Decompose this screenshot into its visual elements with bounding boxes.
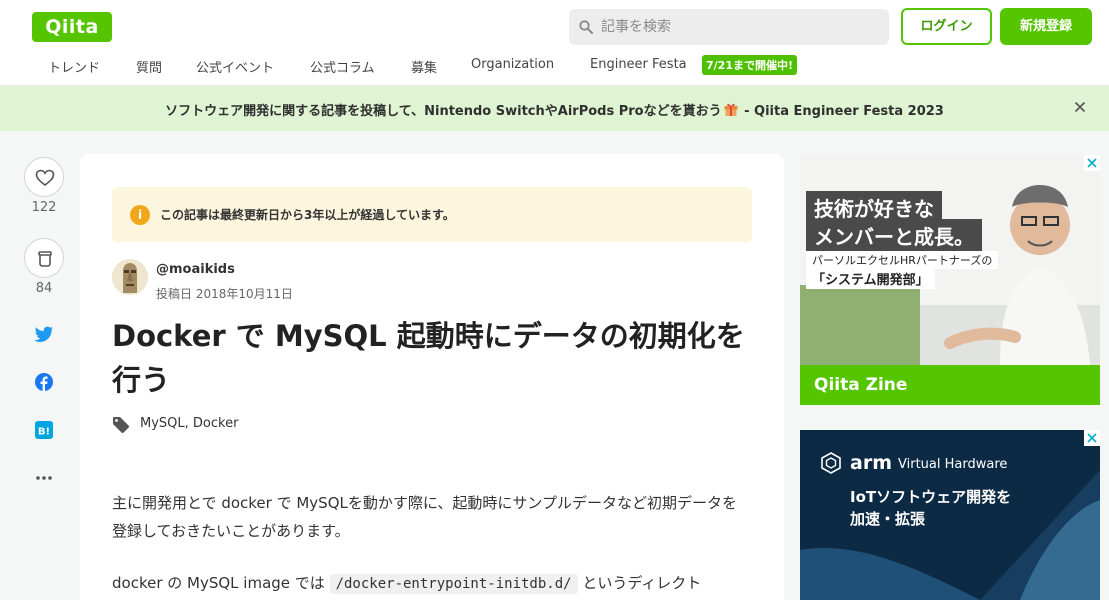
nav-engineer-festa[interactable]: Engineer Festa [590, 57, 687, 72]
paragraph-text: docker の MySQL image では [112, 574, 330, 592]
hatena-bookmark-icon[interactable]: B! [34, 420, 54, 440]
ad2-brand-sub: Virtual Hardware [898, 457, 1008, 472]
like-button[interactable] [24, 157, 64, 197]
festa-badge: 7/21まで開催中! [702, 55, 797, 75]
ad1-sub-1: パーソルエクセルHRパートナーズの [806, 251, 999, 269]
signup-button[interactable]: 新規登録 [1000, 8, 1092, 45]
ad-close-icon[interactable] [1084, 430, 1100, 446]
author-name[interactable]: @moaikids [156, 262, 235, 277]
qiita-logo[interactable]: Qiita [32, 12, 112, 42]
tag-list: MySQL, Docker [140, 416, 238, 431]
article-card: i この記事は最終更新日から3年以上が経過しています。 @moaikids 投稿… [80, 154, 784, 600]
ad2-line-2: 加速・拡張 [850, 510, 926, 528]
twitter-icon[interactable] [34, 324, 54, 344]
paragraph-intro: 主に開発用とで docker で MySQLを動かす際に、起動時にサンプルデータ… [112, 494, 737, 540]
search-box[interactable] [569, 9, 889, 45]
stock-count: 84 [35, 281, 53, 296]
avatar[interactable] [112, 259, 148, 295]
banner-text-festa: - Qiita Engineer Festa 2023 [739, 104, 944, 119]
login-button[interactable]: ログイン [901, 8, 992, 45]
banner-text-main: ソフトウェア開発に関する記事を投稿して、Nintendo SwitchやAirP… [165, 104, 722, 119]
nav-recruiting[interactable]: 募集 [411, 57, 437, 76]
more-icon[interactable] [34, 468, 54, 488]
ad1-headline-2: メンバーと成長。 [806, 219, 982, 252]
ad2-line-1: IoTソフトウェア開発を [850, 488, 1012, 506]
nav-trend[interactable]: トレンド [48, 57, 100, 76]
gift-icon [724, 103, 738, 116]
svg-text:B!: B! [38, 427, 50, 438]
close-icon[interactable] [1071, 98, 1089, 116]
tag-mysql[interactable]: MySQL [140, 416, 185, 431]
tag-docker[interactable]: Docker [193, 416, 239, 431]
article-title: Docker で MySQL 起動時にデータの初期化を行う [112, 319, 745, 397]
ad-qiita-zine[interactable]: 技術が好きな メンバーと成長。 パーソルエクセルHRパートナーズの 「システム開… [800, 155, 1100, 405]
facebook-icon[interactable] [34, 372, 54, 392]
moai-avatar-icon [112, 259, 148, 295]
tag-separator: , [184, 416, 193, 431]
paragraph-text-continued: というディレクト [577, 574, 702, 592]
like-count: 122 [31, 200, 57, 215]
nav-official-events[interactable]: 公式イベント [196, 57, 274, 76]
promo-banner-text: ソフトウェア開発に関する記事を投稿して、Nintendo SwitchやAirP… [0, 100, 1109, 119]
ad1-brand: Qiita Zine [814, 375, 908, 395]
stock-button[interactable] [24, 238, 64, 278]
tag-icon [113, 417, 130, 434]
promo-banner[interactable]: ソフトウェア開発に関する記事を投稿して、Nintendo SwitchやAirP… [0, 86, 1109, 131]
stock-icon [38, 251, 52, 267]
nav-questions[interactable]: 質問 [136, 57, 162, 76]
ad-arm-virtual-hardware[interactable]: arm Virtual Hardware IoTソフトウェア開発を 加速・拡張 [800, 430, 1100, 600]
search-icon [579, 20, 593, 34]
arm-hexagon-icon [821, 452, 841, 474]
inline-code: /docker-entrypoint-initdb.d/ [329, 574, 578, 594]
ad2-brand: arm [850, 452, 892, 474]
site-header: Qiita ログイン 新規登録 トレンド 質問 公式イベント 公式コラム 募集 … [0, 0, 1109, 86]
ad-close-icon[interactable] [1084, 155, 1100, 171]
nav-organization[interactable]: Organization [471, 57, 554, 72]
info-icon: i [130, 205, 150, 225]
notice-text: この記事は最終更新日から3年以上が経過しています。 [160, 208, 455, 222]
ad1-sub-2: 「システム開発部」 [806, 268, 935, 289]
post-date: 投稿日 2018年10月11日 [156, 287, 293, 301]
nav-official-columns[interactable]: 公式コラム [310, 57, 375, 76]
heart-icon [35, 169, 55, 187]
outdated-notice: i この記事は最終更新日から3年以上が経過しています。 [112, 187, 752, 242]
ad2-background [800, 430, 1100, 600]
search-input[interactable] [601, 9, 881, 45]
paragraph-initdb: docker の MySQL image では /docker-entrypoi… [112, 569, 748, 598]
